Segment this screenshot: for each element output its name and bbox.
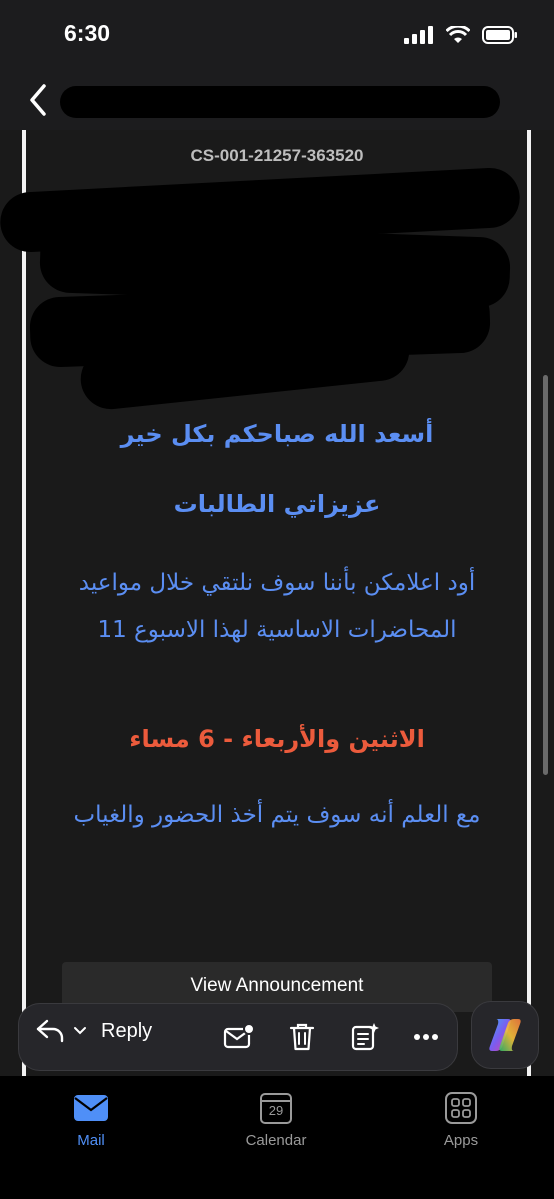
meeting-days-text: الاثنين والأربعاء - 6 مساء [129,725,425,753]
delete-button[interactable] [285,1020,319,1054]
mark-unread-button[interactable] [222,1020,256,1054]
wifi-icon [446,26,470,43]
right-border [527,130,531,1076]
scrollbar[interactable] [543,375,548,775]
notice-text: أود اعلامكن بأننا سوف نلتقي خلال مواعيد … [78,570,476,643]
trash-icon [289,1023,315,1051]
battery-icon [482,26,517,44]
calendar-icon: 29 [258,1090,294,1126]
more-button[interactable] [409,1020,443,1054]
greeting-text: أسعد الله صباحكم بكل خير [120,420,434,448]
copilot-button[interactable] [471,1001,539,1069]
tab-bar: Mail 29 Calendar Apps [0,1076,554,1199]
tab-label-mail: Mail [77,1132,105,1149]
status-bar: 6:30 [0,0,554,72]
summarize-button[interactable] [348,1020,382,1054]
action-bar: Reply [18,1003,458,1071]
signal-icon [404,26,433,44]
back-button[interactable] [18,78,58,122]
apps-icon [443,1090,479,1126]
chevron-down-icon[interactable] [73,1026,87,1036]
reply-button[interactable]: Reply [35,1018,152,1044]
nav-bar [0,72,554,130]
tab-apps[interactable]: Apps [406,1090,516,1149]
tab-calendar[interactable]: 29 Calendar [221,1090,331,1149]
reply-icon [36,1019,64,1043]
summarize-icon [351,1023,379,1051]
more-icon [414,1034,438,1040]
tab-label-calendar: Calendar [245,1132,307,1149]
message-body[interactable]: CS-001-21257-363520 أسعد الله صباحكم بكل… [0,130,554,1076]
status-time: 6:30 [64,20,111,46]
chevron-left-icon [30,84,46,116]
copilot-icon [489,1019,521,1051]
tab-label-apps: Apps [443,1132,479,1149]
reply-label: Reply [101,1019,153,1042]
tab-mail[interactable]: Mail [36,1090,146,1149]
case-id: CS-001-21257-363520 [190,146,364,165]
mail-icon [73,1090,109,1126]
redaction-mark [60,86,500,118]
status-icons [404,26,518,44]
addressee-text: عزيزاتي الطالبات [173,490,381,518]
attendance-note-text: مع العلم أنه سوف يتم أخذ الحضور والغياب [73,802,481,828]
mark-unread-icon [223,1023,255,1049]
calendar-day: 29 [268,1103,284,1118]
left-border [22,130,26,1076]
